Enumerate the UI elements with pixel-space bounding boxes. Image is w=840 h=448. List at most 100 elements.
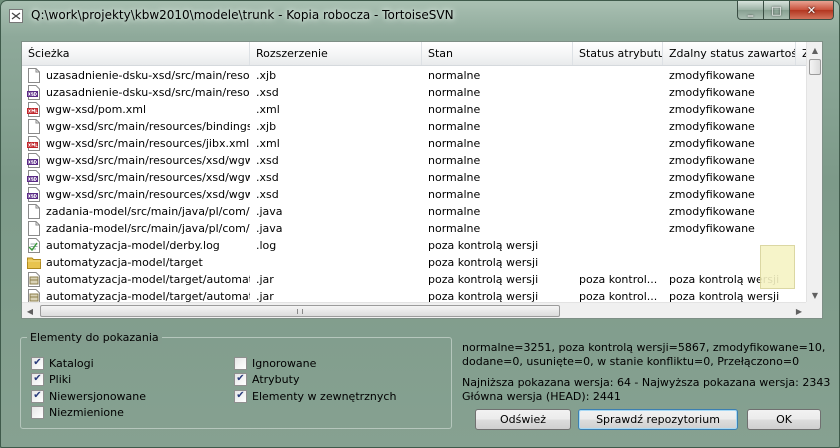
scroll-up-arrow-icon[interactable]: ▲ bbox=[807, 42, 823, 58]
table-row[interactable]: automatyzacja-model/target/automaty... .j… bbox=[22, 288, 807, 303]
cell-path: wgw-xsd/src/main/resources/bindings.xjb bbox=[22, 118, 250, 135]
xsd-file-icon bbox=[27, 85, 40, 100]
cell-extension: .xsd bbox=[256, 86, 279, 99]
cell-remote-status: zmodyfikowane bbox=[669, 69, 755, 82]
cell-path-text: uzasadnienie-dsku-xsd/src/main/reso... bbox=[46, 69, 250, 82]
list-header: Ścieżka Rozszerzenie Stan Status atrybut… bbox=[22, 42, 807, 66]
maximize-button[interactable]: □ bbox=[764, 1, 790, 20]
cell-extension: .java bbox=[256, 222, 283, 235]
xml-file-icon bbox=[27, 136, 40, 151]
column-header-remote-status[interactable]: Zdalny status zawartości bbox=[663, 42, 796, 65]
xsd-file-icon bbox=[27, 187, 40, 202]
table-row[interactable]: zadania-model/src/main/java/pl/com/pi...… bbox=[22, 220, 807, 237]
checkbox-label: Pliki bbox=[49, 372, 72, 386]
scroll-right-arrow-icon[interactable]: ▶ bbox=[791, 303, 807, 319]
ok-button[interactable]: OK bbox=[747, 409, 821, 430]
cell-path-text: wgw-xsd/pom.xml bbox=[46, 103, 147, 116]
jar-file-icon bbox=[28, 272, 40, 287]
checkbox-ignored[interactable]: Ignorowane bbox=[234, 355, 316, 371]
cell-path-text: uzasadnienie-dsku-xsd/src/main/reso... bbox=[46, 86, 250, 99]
horizontal-scrollbar[interactable]: ◀ ▶ bbox=[22, 302, 807, 318]
scroll-left-arrow-icon[interactable]: ◀ bbox=[22, 303, 38, 319]
column-header-extension[interactable]: Rozszerzenie bbox=[250, 42, 422, 65]
cell-remote-status: zmodyfikowane bbox=[669, 205, 755, 218]
checkbox-label: Katalogi bbox=[49, 356, 94, 370]
minimize-button[interactable]: _ bbox=[737, 1, 764, 20]
checkbox-label: Ignorowane bbox=[252, 356, 317, 370]
table-row[interactable]: zadania-model/src/main/java/pl/com/pi...… bbox=[22, 203, 807, 220]
xsd-file-icon bbox=[27, 170, 40, 185]
table-row[interactable]: automatyzacja-model/target/automaty... .j… bbox=[22, 271, 807, 288]
scroll-down-arrow-icon[interactable]: ▼ bbox=[807, 287, 823, 303]
xsd-file-icon bbox=[27, 153, 40, 168]
table-row[interactable]: wgw-xsd/src/main/resources/xsd/wgw-... .x… bbox=[22, 169, 807, 186]
cell-property-status bbox=[573, 203, 663, 220]
file-icon bbox=[28, 204, 40, 219]
file-icon bbox=[28, 68, 40, 83]
title-bar[interactable]: Q:\work\projekty\kbw2010\modele\trunk - … bbox=[1, 1, 839, 31]
list-rows: uzasadnienie-dsku-xsd/src/main/reso... .x… bbox=[22, 67, 807, 303]
checkbox-box[interactable]: ✔ bbox=[31, 389, 44, 403]
close-button[interactable]: ✕ bbox=[790, 1, 834, 20]
table-row[interactable]: automatyzacja-model/target poza kontrolą … bbox=[22, 254, 807, 271]
caption-buttons: _ □ ✕ bbox=[737, 1, 834, 21]
checkbox-unversioned[interactable]: ✔ Niewersjonowane bbox=[31, 388, 146, 404]
column-header-path[interactable]: Ścieżka bbox=[22, 42, 250, 65]
cell-path: wgw-xsd/src/main/resources/xsd/wgw... bbox=[22, 186, 250, 203]
cell-path-text: zadania-model/src/main/java/pl/com/pi... bbox=[46, 222, 250, 235]
file-status-list[interactable]: Ścieżka Rozszerzenie Stan Status atrybut… bbox=[21, 41, 823, 319]
jar-file-icon bbox=[28, 289, 40, 303]
checkbox-label: Niezmienione bbox=[49, 405, 124, 419]
cell-extension: .jar bbox=[256, 273, 274, 286]
checkbox-files[interactable]: ✔ Pliki bbox=[31, 371, 71, 387]
cell-property-status bbox=[573, 169, 663, 186]
column-header-property-status[interactable]: Status atrybutu bbox=[573, 42, 663, 65]
show-items-legend: Elementy do pokazania bbox=[27, 331, 162, 344]
table-row[interactable]: wgw-xsd/src/main/resources/jibx.xml .xml n… bbox=[22, 135, 807, 152]
summary-counts-line-2: dodane=0, usunięte=0, w stanie konfliktu… bbox=[462, 355, 800, 368]
check-repository-button[interactable]: Sprawdź repozytorium bbox=[578, 409, 738, 430]
table-row[interactable]: wgw-xsd/src/main/resources/bindings.xjb.… bbox=[22, 118, 807, 135]
cell-extension: .java bbox=[256, 205, 283, 218]
vertical-scrollbar[interactable]: ▲ ▼ bbox=[806, 42, 822, 303]
checkbox-box[interactable]: ✔ bbox=[31, 356, 44, 370]
cell-status: poza kontrolą wersji bbox=[428, 273, 539, 286]
cell-property-status bbox=[573, 101, 663, 118]
table-row[interactable]: automatyzacja-model/derby.log .log poza ko… bbox=[22, 237, 807, 254]
main-window: Q:\work\projekty\kbw2010\modele\trunk - … bbox=[0, 0, 840, 448]
cell-remote-status: zmodyfikowane bbox=[669, 137, 755, 150]
refresh-button[interactable]: Odśwież bbox=[475, 409, 571, 430]
table-row[interactable]: wgw-xsd/src/main/resources/xsd/wgw... .xs… bbox=[22, 186, 807, 203]
cell-property-status: poza kontrol... bbox=[579, 273, 658, 286]
cell-property-status: poza kontrol... bbox=[579, 290, 658, 303]
checkbox-box[interactable] bbox=[31, 405, 44, 419]
scrollbar-corner bbox=[806, 302, 822, 318]
table-row[interactable]: wgw-xsd/src/main/resources/xsd/wgw-... .x… bbox=[22, 152, 807, 169]
checkbox-box[interactable]: ✔ bbox=[31, 372, 44, 386]
cell-path-text: automatyzacja-model/derby.log bbox=[46, 239, 220, 252]
cell-path: automatyzacja-model/target/automaty... bbox=[22, 288, 250, 303]
checkbox-box[interactable]: ✔ bbox=[234, 372, 247, 386]
checkbox-directories[interactable]: ✔ Katalogi bbox=[31, 355, 94, 371]
column-header-status[interactable]: Stan bbox=[422, 42, 573, 65]
horizontal-scroll-thumb[interactable] bbox=[40, 305, 560, 317]
scroll-grip-icon bbox=[297, 309, 303, 314]
table-row[interactable]: uzasadnienie-dsku-xsd/src/main/reso... .x… bbox=[22, 84, 807, 101]
cell-path: wgw-xsd/src/main/resources/xsd/wgw-... bbox=[22, 152, 250, 169]
cell-status: normalne bbox=[428, 120, 481, 133]
checkbox-properties[interactable]: ✔ Atrybuty bbox=[234, 371, 299, 387]
cell-path: wgw-xsd/src/main/resources/xsd/wgw-... bbox=[22, 169, 250, 186]
checkbox-box[interactable] bbox=[234, 356, 247, 370]
checkbox-externals[interactable]: ✔ Elementy w zewnętrznych bbox=[234, 388, 396, 404]
vertical-scroll-thumb[interactable] bbox=[809, 59, 821, 75]
xml-file-icon bbox=[27, 102, 40, 117]
cell-property-status bbox=[573, 220, 663, 237]
folder-icon bbox=[27, 257, 41, 269]
checkbox-unmodified[interactable]: Niezmienione bbox=[31, 404, 124, 420]
window-title: Q:\work\projekty\kbw2010\modele\trunk - … bbox=[31, 8, 454, 22]
cell-extension: .xml bbox=[256, 103, 280, 116]
checkbox-box[interactable]: ✔ bbox=[234, 389, 247, 403]
cell-path: uzasadnienie-dsku-xsd/src/main/reso... bbox=[22, 67, 250, 84]
table-row[interactable]: uzasadnienie-dsku-xsd/src/main/reso... .x… bbox=[22, 67, 807, 84]
table-row[interactable]: wgw-xsd/pom.xml .xml normalne zmodyfikowane bbox=[22, 101, 807, 118]
